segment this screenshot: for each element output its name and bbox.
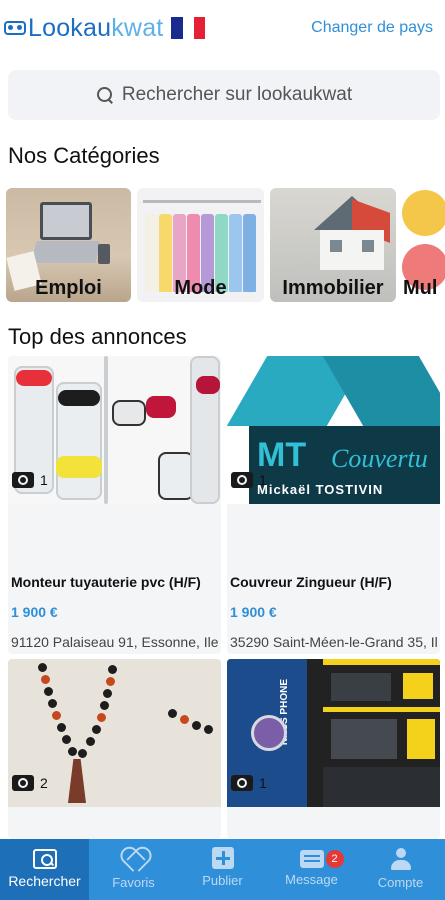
bottom-navigation: Rechercher Favoris Publier 2 Message Com… [0, 839, 445, 900]
listing-card[interactable]: 2 [8, 659, 221, 839]
category-mode[interactable]: Mode [137, 188, 264, 302]
listing-title: Monteur tuyauterie pvc (H/F) [11, 574, 201, 590]
category-label: Immobilier [282, 277, 384, 299]
search-bar[interactable]: Rechercher sur lookaukwat [8, 70, 440, 120]
category-label: Emploi [35, 277, 102, 299]
categories-carousel[interactable]: Emploi Mode Immobilier Mul [6, 188, 445, 302]
clothes-image [143, 200, 261, 203]
search-icon [96, 86, 114, 104]
photo-count-badge: 1 [12, 472, 48, 488]
message-count-badge: 2 [325, 850, 344, 868]
nav-label: Rechercher [8, 873, 81, 889]
nav-compte[interactable]: Compte [356, 839, 445, 900]
listing-card[interactable]: 1 Monteur tuyauterie pvc (H/F) 1 900 € 9… [8, 356, 221, 654]
category-immobilier[interactable]: Immobilier [270, 188, 396, 302]
camera-icon [12, 472, 34, 488]
app-logo[interactable]: Lookaukwat [4, 14, 206, 42]
category-label: Mode [174, 277, 227, 299]
mt-name-text: Mickaël TOSTIVIN [257, 482, 384, 497]
photo-count-badge: 1 [231, 775, 267, 791]
listing-price: 1 900 € [230, 604, 277, 620]
nav-favoris[interactable]: Favoris [89, 839, 178, 900]
camera-icon [231, 472, 253, 488]
logo-glasses-icon [4, 21, 26, 35]
listing-price: 1 900 € [11, 604, 58, 620]
listing-card[interactable]: MT Couvertu Mickaël TOSTIVIN 1 Couvreur … [227, 356, 440, 654]
laptop-image [40, 202, 92, 240]
france-flag-icon [171, 17, 206, 39]
nav-label: Compte [377, 875, 424, 890]
photo-count-badge: 1 [231, 472, 267, 488]
mt-logo-text: MT [257, 436, 307, 474]
app-header: Lookaukwat Changer de pays [0, 0, 445, 56]
categories-title: Nos Catégories [8, 143, 160, 168]
plus-icon [211, 847, 234, 869]
listing-location: 91120 Palaiseau 91, Essonne, Ile-de-Fran… [11, 634, 218, 650]
multimedia-image [402, 190, 445, 236]
top-listings-title: Top des annonces [8, 324, 187, 349]
search-icon [32, 849, 57, 869]
category-multimedia[interactable]: Mul [402, 188, 445, 302]
message-icon: 2 [299, 850, 344, 868]
user-icon [388, 847, 414, 871]
mt-script-text: Couvertu [331, 444, 428, 473]
nav-label: Favoris [112, 875, 155, 890]
change-country-link[interactable]: Changer de pays [311, 19, 433, 37]
heart-icon [121, 847, 147, 871]
logo-text-part1: Lookau [28, 14, 112, 42]
listing-card[interactable]: NASS PHONE 1 [227, 659, 440, 839]
listing-location: 35290 Saint-Méen-le-Grand 35, Ille-et-Vi… [230, 634, 437, 650]
category-label: Mul [403, 277, 438, 299]
camera-icon [231, 775, 253, 791]
nav-publier[interactable]: Publier [178, 839, 267, 900]
photo-count-badge: 2 [12, 775, 48, 791]
nav-label: Message [285, 872, 338, 887]
logo-text-part2: kwat [111, 14, 164, 42]
category-emploi[interactable]: Emploi [6, 188, 131, 302]
search-placeholder: Rechercher sur lookaukwat [121, 84, 353, 105]
nav-label: Publier [202, 873, 243, 888]
nav-rechercher[interactable]: Rechercher [0, 839, 89, 900]
camera-icon [12, 775, 34, 791]
listing-title: Couvreur Zingueur (H/F) [230, 574, 392, 590]
nav-message[interactable]: 2 Message [267, 839, 356, 900]
